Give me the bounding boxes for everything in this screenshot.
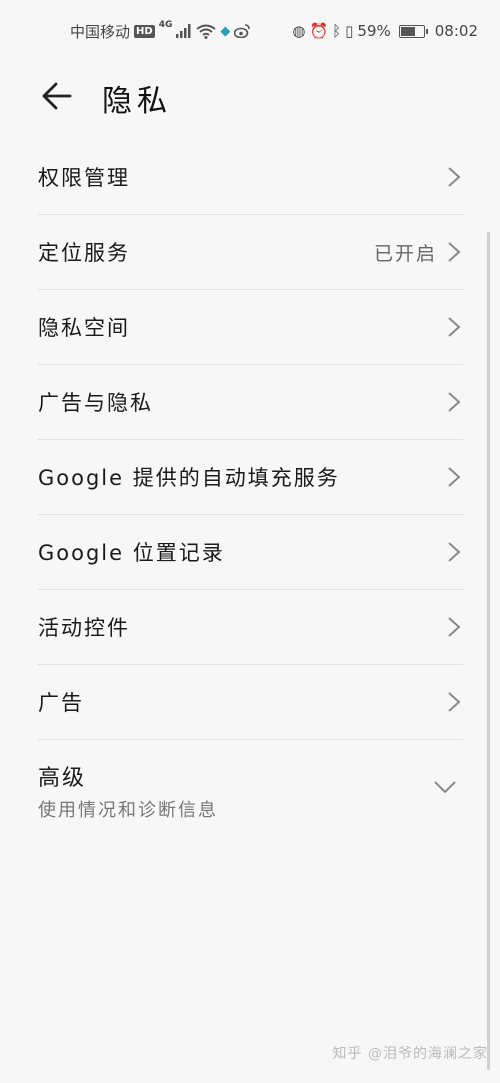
bluetooth-icon: ᛒ (332, 22, 342, 40)
list-item-ads-and-privacy[interactable]: 广告与隐私 (38, 365, 463, 440)
list-item-label: 权限管理 (38, 166, 130, 190)
list-item-private-space[interactable]: 隐私空间 (38, 290, 463, 365)
app-notification-icon: ◆ (220, 23, 231, 39)
chevron-right-icon (448, 242, 461, 262)
list-item-google-autofill[interactable]: Google 提供的自动填充服务 (38, 440, 463, 515)
chevron-right-icon (448, 542, 461, 562)
cellular-signal-icon (176, 24, 191, 38)
list-item-google-location-history[interactable]: Google 位置记录 (38, 515, 463, 590)
list-item-label: 活动控件 (38, 616, 130, 640)
list-item-label: Google 提供的自动填充服务 (38, 466, 340, 490)
list-item-label: 隐私空间 (38, 316, 130, 340)
advanced-subtitle: 使用情况和诊断信息 (38, 800, 218, 821)
list-item-permission-management[interactable]: 权限管理 (38, 140, 463, 215)
status-left: 中国移动 HD 4G ◆ (70, 20, 251, 42)
privacy-settings-list: 权限管理 定位服务 已开启 隐私空间 广告与隐私 Google 提供的自动填充服… (38, 140, 463, 828)
location-status-value: 已开启 (373, 242, 437, 265)
advanced-text: 高级 使用情况和诊断信息 (38, 740, 218, 822)
watermark: 知乎 @泪爷的海澜之家 (332, 1046, 488, 1062)
alarm-icon: ⏰ (309, 22, 329, 40)
wifi-icon (196, 24, 216, 39)
status-right: ◍ ⏰ ᛒ ▯ 59% 08:02 (292, 22, 478, 40)
scrollbar[interactable] (487, 232, 490, 1070)
chevron-right-icon (448, 317, 461, 337)
list-item-advanced[interactable]: 高级 使用情况和诊断信息 (38, 740, 463, 828)
hd-badge: HD (134, 24, 155, 38)
network-type: 4G (158, 20, 173, 30)
status-bar: 中国移动 HD 4G ◆ ◍ ⏰ ᛒ ▯ 59% 08:02 (0, 0, 500, 62)
chevron-right-icon (448, 617, 461, 637)
list-item-activity-controls[interactable]: 活动控件 (38, 590, 463, 665)
list-item-label: 广告 (38, 691, 84, 715)
chevron-right-icon (448, 392, 461, 412)
chevron-right-icon (448, 167, 461, 187)
list-item-location-services[interactable]: 定位服务 已开启 (38, 215, 463, 290)
battery-fill (400, 26, 415, 36)
page-title: 隐私 (102, 84, 172, 119)
chevron-right-icon (448, 692, 461, 712)
screen: 中国移动 HD 4G ◆ ◍ ⏰ ᛒ ▯ 59% 08:02 隐私 权限管理 定… (0, 0, 500, 1083)
clock: 08:02 (434, 22, 478, 40)
advanced-title: 高级 (38, 766, 87, 791)
app-header: 隐私 (0, 62, 500, 132)
list-item-label: 定位服务 (38, 241, 130, 265)
list-item-ads[interactable]: 广告 (38, 665, 463, 740)
battery-saver-icon: ▯ (345, 22, 354, 40)
weibo-icon (234, 24, 251, 38)
list-item-label: 广告与隐私 (38, 391, 153, 415)
battery-icon (398, 24, 428, 38)
carrier-name: 中国移动 (70, 22, 131, 41)
battery-percent: 59% (357, 22, 391, 40)
list-item-label: Google 位置记录 (38, 541, 225, 565)
chevron-down-icon (434, 781, 456, 794)
chevron-right-icon (448, 467, 461, 487)
dnd-icon: ◍ (292, 22, 306, 40)
arrow-left-icon[interactable] (38, 78, 74, 114)
